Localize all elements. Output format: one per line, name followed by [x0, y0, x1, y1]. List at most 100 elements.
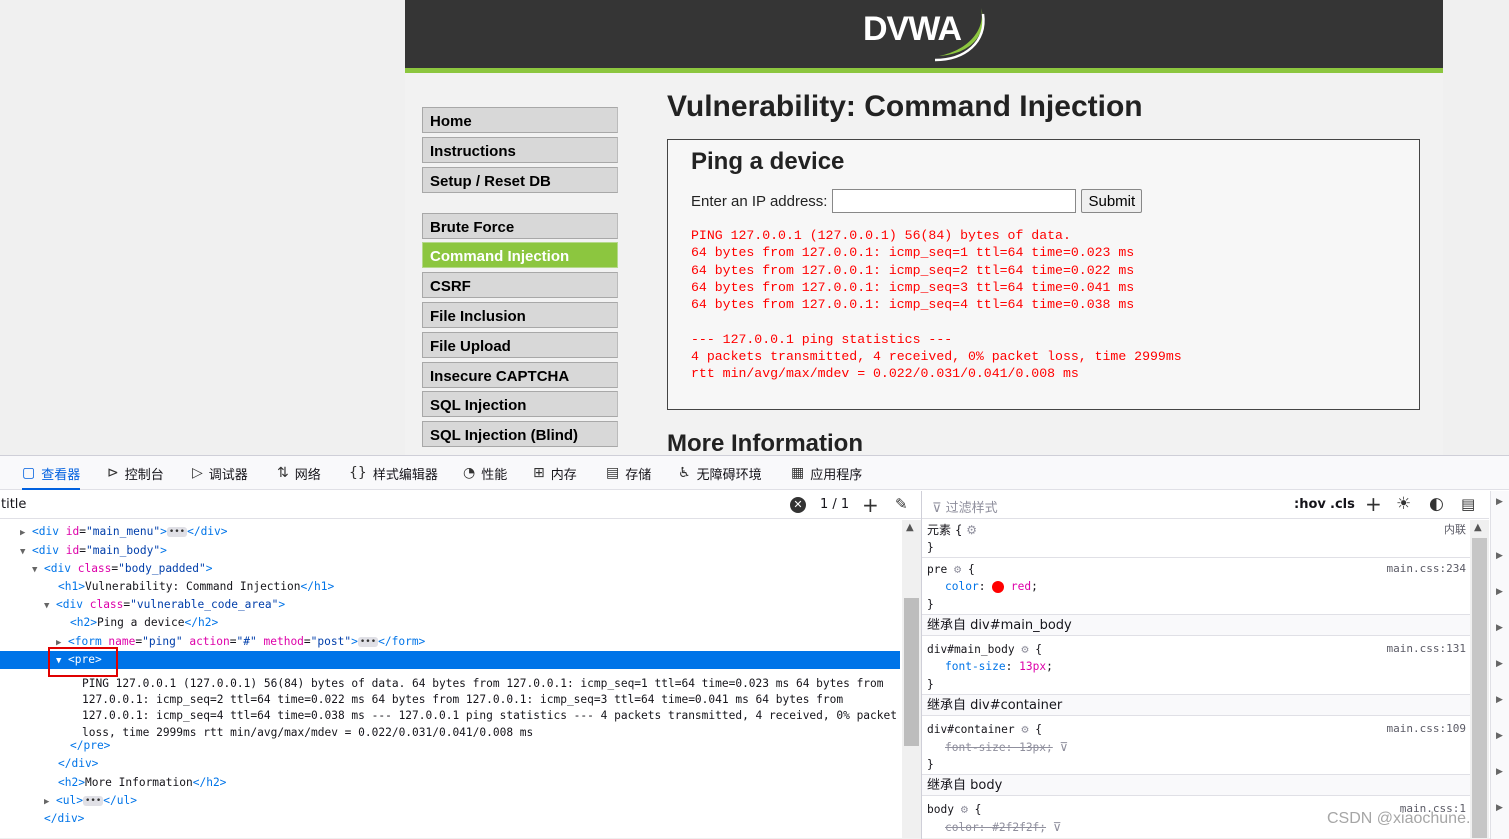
- markup-search-input[interactable]: title: [1, 497, 26, 512]
- tab-performance[interactable]: ◔ 性能: [463, 456, 507, 490]
- menu-item-brute-force[interactable]: Brute Force: [422, 212, 618, 239]
- menu-item-sql-injection-blind[interactable]: SQL Injection (Blind): [422, 421, 618, 448]
- overridden-declaration[interactable]: font-size: 13px; ⊽: [927, 738, 1068, 756]
- tree-node-main-menu[interactable]: ▶ <div id="main_menu"> ••• </div>: [0, 523, 900, 541]
- menu-item-command-injection[interactable]: Command Injection: [422, 242, 618, 269]
- eyedropper-icon[interactable]: ✎: [895, 495, 908, 513]
- tree-node-h2[interactable]: <h2>Ping a device</h2>: [0, 614, 900, 632]
- tab-inspector[interactable]: ▢ 查看器: [22, 456, 81, 490]
- classes-button[interactable]: .cls: [1330, 497, 1355, 512]
- ellipsis-icon[interactable]: •••: [82, 796, 104, 806]
- gear-icon[interactable]: ⚙: [961, 802, 968, 816]
- collapse-arrow-icon[interactable]: ▼: [32, 561, 44, 579]
- debugger-icon: ▷: [192, 465, 203, 481]
- filter-styles-input[interactable]: ⊽ 过滤样式: [932, 497, 998, 516]
- tree-node-vulnerable-area[interactable]: ▼ <div class="vulnerable_code_area">: [0, 596, 900, 614]
- search-result-count: 1 / 1: [820, 497, 850, 512]
- tab-style-editor[interactable]: {} 样式编辑器: [349, 456, 438, 490]
- scroll-up-icon[interactable]: ▲: [1474, 522, 1482, 533]
- main-body-rule-selector[interactable]: div#main_body ⚙ {: [927, 640, 1042, 658]
- rules-view: 元素 { ⚙ 内联 } pre ⚙ { main.css:234 color: …: [922, 520, 1470, 839]
- style-editor-icon: {}: [349, 465, 367, 481]
- rules-toolbar: ⊽ 过滤样式 :hov .cls + ☀ ◐ ▤: [922, 491, 1489, 519]
- tree-node-close-div[interactable]: </div>: [0, 755, 900, 773]
- performance-icon: ◔: [463, 465, 476, 481]
- tab-application[interactable]: ▦ 应用程序: [791, 456, 862, 490]
- tree-node-h2-more[interactable]: <h2>More Information</h2>: [0, 774, 900, 792]
- gear-icon[interactable]: ⚙: [1021, 722, 1028, 736]
- dark-mode-icon[interactable]: ◐: [1429, 494, 1444, 514]
- gear-icon[interactable]: ⚙: [966, 523, 977, 537]
- expand-arrow-icon[interactable]: ▶: [1496, 551, 1503, 561]
- print-media-icon[interactable]: ▤: [1461, 495, 1475, 513]
- ping-heading: Ping a device: [691, 148, 845, 175]
- tab-debugger[interactable]: ▷ 调试器: [192, 456, 248, 490]
- menu-item-sql-injection[interactable]: SQL Injection: [422, 391, 618, 418]
- rules-scrollbar[interactable]: ▲: [1470, 520, 1489, 839]
- expand-arrow-icon[interactable]: ▶: [1496, 659, 1503, 669]
- filter-icon[interactable]: ⊽: [1053, 820, 1062, 834]
- hover-state-button[interactable]: :hov: [1294, 497, 1326, 512]
- menu-item-file-upload[interactable]: File Upload: [422, 331, 618, 358]
- inherited-header-body: 继承自 body: [922, 774, 1470, 796]
- clear-search-icon[interactable]: ✕: [790, 497, 806, 513]
- tab-console[interactable]: ⊳ 控制台: [107, 456, 164, 490]
- scrollbar-thumb[interactable]: [1472, 538, 1487, 838]
- ellipsis-icon[interactable]: •••: [357, 637, 379, 647]
- tab-network[interactable]: ⇅ 网络: [277, 456, 321, 490]
- expand-arrow-icon[interactable]: ▶: [1496, 587, 1503, 597]
- light-mode-icon[interactable]: ☀: [1396, 494, 1411, 514]
- ip-input[interactable]: [832, 189, 1077, 213]
- container-rule-selector[interactable]: div#container ⚙ {: [927, 720, 1042, 738]
- rule-source-link[interactable]: main.css:109: [1387, 720, 1466, 738]
- menu-item-csrf[interactable]: CSRF: [422, 272, 618, 299]
- gear-icon[interactable]: ⚙: [1021, 642, 1028, 656]
- ellipsis-icon[interactable]: •••: [166, 527, 188, 537]
- tab-accessibility[interactable]: ♿ 无障碍环境: [678, 456, 762, 490]
- body-rule-selector[interactable]: body ⚙ {: [927, 800, 981, 818]
- expand-arrow-icon[interactable]: ▶: [1496, 695, 1503, 705]
- collapse-arrow-icon[interactable]: ▼: [20, 543, 32, 561]
- tree-node-form[interactable]: ▶ <form name="ping" action="#" method="po…: [0, 633, 900, 651]
- submit-button[interactable]: Submit: [1081, 189, 1143, 213]
- collapse-arrow-icon[interactable]: ▼: [44, 597, 56, 615]
- tree-node-ul[interactable]: ▶ <ul> ••• </ul>: [0, 792, 900, 810]
- expand-arrow-icon[interactable]: ▶: [1496, 623, 1503, 633]
- add-rule-icon[interactable]: +: [1365, 492, 1382, 516]
- expand-arrow-icon[interactable]: ▶: [1496, 731, 1503, 741]
- color-swatch-icon[interactable]: [992, 581, 1005, 593]
- scrollbar-thumb[interactable]: [904, 598, 919, 746]
- expand-arrow-icon[interactable]: ▶: [20, 524, 32, 542]
- markup-scrollbar[interactable]: ▲: [902, 520, 921, 839]
- add-node-icon[interactable]: +: [862, 493, 879, 517]
- overridden-declaration[interactable]: color: #2f2f2f; ⊽: [927, 818, 1062, 836]
- menu-item-setup-reset-db[interactable]: Setup / Reset DB: [422, 166, 618, 193]
- expand-arrow-icon[interactable]: ▶: [1496, 497, 1503, 507]
- tree-node-pre-selected[interactable]: ▼ <pre>: [0, 651, 900, 669]
- gear-icon[interactable]: ⚙: [954, 562, 961, 576]
- pre-text-node[interactable]: PING 127.0.0.1 (127.0.0.1) 56(84) bytes …: [82, 676, 900, 741]
- expand-arrow-icon[interactable]: ▶: [44, 793, 56, 811]
- font-size-declaration[interactable]: font-size: 13px;: [927, 658, 1053, 676]
- tab-storage[interactable]: ▤ 存储: [606, 456, 651, 490]
- rule-source-link[interactable]: main.css:131: [1387, 640, 1466, 658]
- color-declaration[interactable]: color: red;: [927, 578, 1038, 596]
- tree-node-body-padded[interactable]: ▼ <div class="body_padded">: [0, 560, 900, 578]
- tab-memory[interactable]: ⊞ 内存: [533, 456, 577, 490]
- main-body: Vulnerability: Command Injection Ping a …: [667, 90, 1427, 455]
- scroll-up-icon[interactable]: ▲: [906, 522, 914, 533]
- pre-rule-selector[interactable]: pre ⚙ {: [927, 560, 975, 578]
- tree-node-close-div-2[interactable]: </div>: [0, 810, 900, 828]
- expand-arrow-icon[interactable]: ▶: [1496, 767, 1503, 777]
- menu-item-insecure-captcha[interactable]: Insecure CAPTCHA: [422, 361, 618, 388]
- tab-label: 应用程序: [810, 467, 863, 483]
- element-rule[interactable]: 元素 { ⚙: [927, 521, 977, 539]
- expand-arrow-icon[interactable]: ▶: [1496, 803, 1503, 813]
- tree-node-main-body[interactable]: ▼ <div id="main_body">: [0, 542, 900, 560]
- rule-source-link[interactable]: main.css:234: [1387, 560, 1466, 578]
- menu-item-instructions[interactable]: Instructions: [422, 136, 618, 163]
- menu-item-file-inclusion[interactable]: File Inclusion: [422, 301, 618, 328]
- tree-node-h1[interactable]: <h1>Vulnerability: Command Injection</h1…: [0, 578, 900, 596]
- filter-icon[interactable]: ⊽: [1060, 740, 1069, 754]
- menu-item-home[interactable]: Home: [422, 107, 618, 133]
